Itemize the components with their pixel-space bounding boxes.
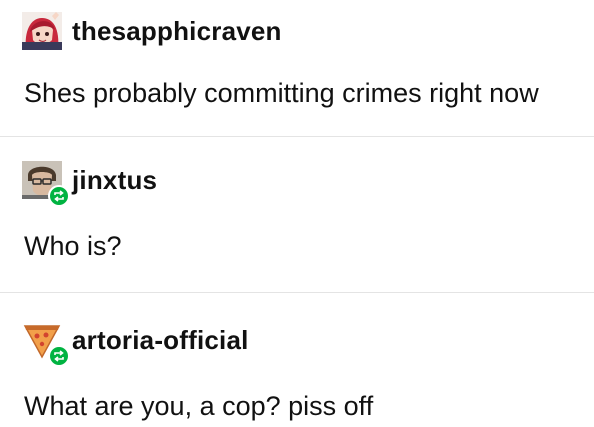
avatar-wrap[interactable]	[22, 161, 70, 207]
post-header: jinxtus	[22, 161, 157, 207]
avatar-wrap[interactable]	[22, 321, 70, 367]
reblog-icon	[48, 345, 70, 367]
post-text: Who is?	[24, 231, 122, 261]
username-link[interactable]: jinxtus	[72, 165, 157, 196]
post-artoria-official: artoria-official What are you, a cop? pi…	[0, 293, 594, 427]
avatar-wrap[interactable]	[22, 12, 62, 50]
post-header: thesapphicraven	[22, 12, 282, 50]
username-link[interactable]: artoria-official	[72, 325, 249, 356]
reblog-icon	[48, 185, 70, 207]
post-thesapphicraven: thesapphicraven Shes probably committing…	[0, 0, 594, 136]
post-text: Shes probably committing crimes right no…	[24, 78, 539, 108]
anime-girl-avatar-icon[interactable]	[22, 12, 62, 50]
username-link[interactable]: thesapphicraven	[72, 16, 282, 47]
post-header: artoria-official	[22, 321, 249, 367]
post-jinxtus: jinxtus Who is?	[0, 137, 594, 292]
post-text: What are you, a cop? piss off	[24, 391, 374, 421]
